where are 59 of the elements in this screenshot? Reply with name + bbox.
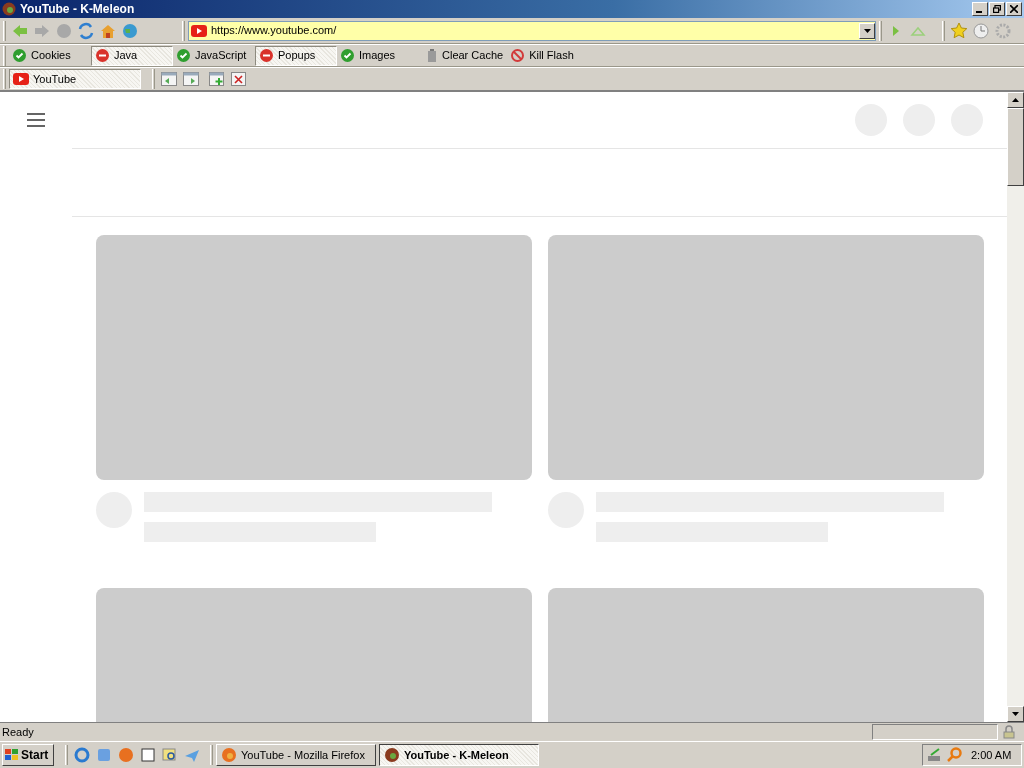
next-tab-icon[interactable] [183, 72, 199, 86]
previous-tab-icon[interactable] [161, 72, 177, 86]
toggle-button[interactable]: Popups [255, 45, 337, 66]
gear-icon[interactable] [994, 21, 1012, 40]
browser-tab[interactable]: YouTube [9, 69, 141, 89]
app-icon [221, 747, 237, 763]
scroll-up-icon[interactable] [1012, 98, 1019, 102]
blocked-icon [96, 49, 109, 62]
toggle-button[interactable]: JavaScript [173, 45, 255, 66]
browser-icon[interactable] [74, 747, 90, 763]
toolbar-button[interactable]: Clear Cache [423, 45, 508, 66]
caret-icon [863, 28, 871, 33]
restore-icon [993, 5, 1001, 13]
app-icon [384, 747, 400, 763]
scrollbar[interactable] [1007, 92, 1024, 722]
network-icon[interactable] [96, 747, 112, 763]
minimize-button[interactable] [972, 2, 988, 16]
globe-icon[interactable] [121, 21, 139, 40]
taskbar-button[interactable]: YouTube - K-Meleon [379, 744, 539, 766]
close-button[interactable] [1006, 2, 1022, 16]
restore-button[interactable] [989, 2, 1005, 16]
close-icon [1010, 5, 1018, 13]
new-tab-icon[interactable] [209, 72, 225, 86]
scroll-thumb[interactable] [1007, 108, 1024, 186]
network-tray-icon[interactable] [927, 747, 943, 763]
star-icon[interactable] [950, 21, 968, 40]
blocked-icon [260, 49, 273, 62]
taskbar-button[interactable]: YouTube - Mozilla Firefox [216, 744, 376, 766]
check-icon [177, 49, 190, 62]
dropdown-button[interactable] [859, 22, 875, 39]
notepad-icon[interactable] [140, 747, 156, 763]
address-field[interactable]: https://www.youtube.com/ [188, 20, 876, 41]
toggle-button[interactable]: Images [337, 45, 419, 66]
windows-logo-icon [5, 749, 19, 761]
menu-icon[interactable] [26, 112, 46, 128]
close-tab-icon[interactable] [231, 72, 247, 86]
start-button[interactable]: Start [2, 744, 54, 766]
play-logo-icon [191, 24, 207, 37]
check-icon [13, 49, 26, 62]
clock-icon[interactable] [972, 21, 990, 40]
lock-icon [1002, 725, 1016, 739]
toggle-button[interactable]: Java [91, 45, 173, 66]
magnifier-icon[interactable] [946, 747, 962, 763]
toolbar-button[interactable]: Kill Flash [507, 45, 578, 66]
reload-icon[interactable] [77, 21, 95, 40]
status-text: Ready [1, 724, 35, 740]
fox-icon[interactable] [118, 747, 134, 763]
app-icon [2, 2, 16, 16]
trash-icon [427, 49, 437, 62]
window-title: YouTube - K-Meleon [20, 1, 136, 18]
toggle-button[interactable]: Cookies [9, 45, 91, 66]
stop-icon[interactable] [55, 21, 73, 40]
check-icon [341, 49, 354, 62]
clock-text: 2:00 AM [971, 747, 1012, 763]
no-flash-icon [511, 49, 525, 62]
search-window-icon[interactable] [162, 747, 178, 763]
scroll-down-icon[interactable] [1012, 712, 1019, 716]
arrow-icon[interactable] [184, 747, 200, 763]
play-logo-icon [13, 73, 29, 85]
